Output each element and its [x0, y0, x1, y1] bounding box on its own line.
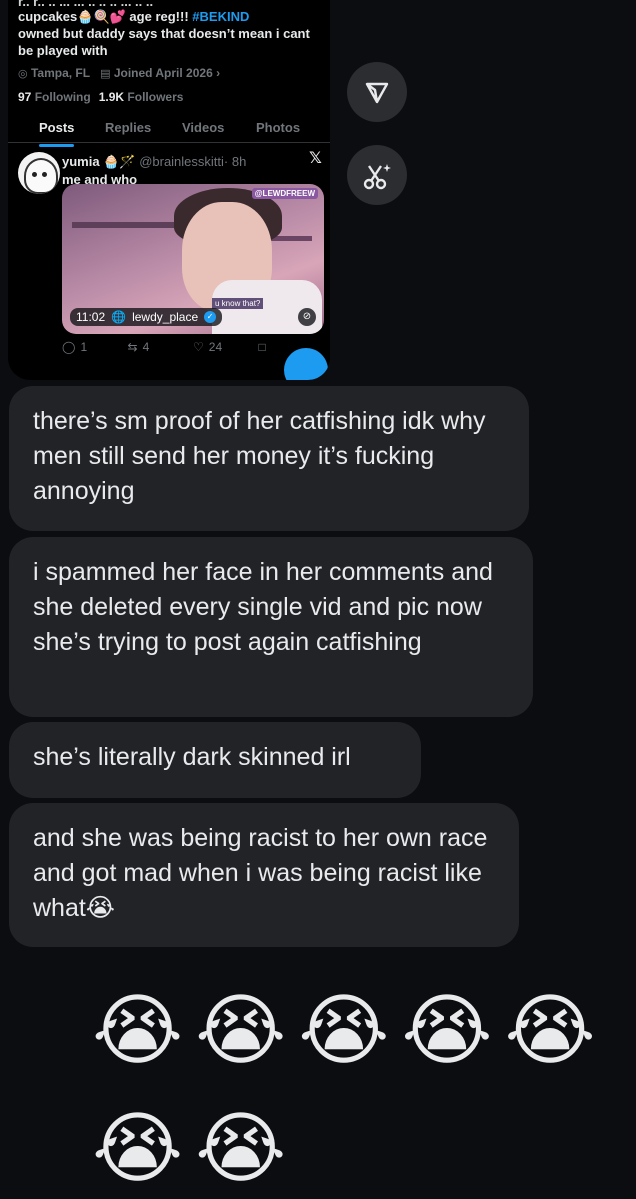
share-button[interactable] — [347, 62, 407, 122]
tab-photos[interactable]: Photos — [256, 120, 300, 135]
followers-stat[interactable]: 1.9K Followers — [99, 90, 184, 104]
profile-meta: ◎ Tampa, FL ▤ Joined April 2026 › — [18, 66, 220, 80]
message-text: and she was being racist to her own race… — [33, 824, 488, 922]
bio-line-1: cupcakes🧁🍭💕 age reg!!! #BEKIND — [18, 8, 323, 25]
globe-icon: 🌐 — [111, 310, 127, 324]
mute-icon[interactable]: ⊘ — [298, 308, 316, 326]
cut-button[interactable] — [347, 145, 407, 205]
shared-post-screenshot[interactable]: r.. r.. .. ... ... .. .. .. ... .. .. cu… — [8, 0, 330, 380]
joined-date: ▤ Joined April 2026 › — [100, 66, 220, 80]
post-author-name: yumia 🧁🪄 — [62, 154, 136, 169]
profile-bio: r.. r.. .. ... ... .. .. .. ... .. .. cu… — [18, 0, 323, 59]
bio-hashtag[interactable]: #BEKIND — [192, 9, 249, 24]
following-count: 97 — [18, 90, 32, 104]
following-label: Following — [34, 90, 91, 104]
following-stat[interactable]: 97 Following — [18, 90, 91, 104]
bio-line-2: owned but daddy says that doesn’t mean i… — [18, 26, 310, 41]
repost-count: 4 — [142, 340, 150, 354]
calendar-icon: ▤ — [100, 68, 111, 80]
avatar-eye — [42, 172, 47, 177]
joined-text: Joined April 2026 — [113, 66, 213, 80]
avatar-hair — [24, 158, 58, 194]
post[interactable]: yumia 🧁🪄 @brainlesskitti· 8h 𝕏 me and wh… — [8, 144, 330, 374]
emoji-message[interactable]: 😭😭😭😭😭 — [92, 982, 608, 1078]
send-icon — [365, 82, 389, 104]
message-bubble[interactable]: and she was being racist to her own race… — [9, 803, 519, 947]
message-text: there’s sm proof of her catfishing idk w… — [33, 407, 486, 505]
like-button[interactable]: ♡ 24 — [193, 340, 259, 354]
reply-icon: ◯ — [62, 340, 76, 354]
followers-label: Followers — [127, 90, 184, 104]
followers-count: 1.9K — [98, 90, 125, 104]
bio-line-3: be played with — [18, 43, 108, 58]
emoji-message[interactable]: 😭😭 — [92, 1100, 298, 1196]
scissors-sparkle-icon — [363, 164, 391, 190]
avatar-eye — [32, 172, 37, 177]
post-actions: ◯ 1 ⇆ 4 ♡ 24 □ — [62, 340, 324, 354]
bio-line-1-text: cupcakes🧁🍭💕 age reg!!! — [18, 9, 193, 24]
location-text: Tampa, FL — [30, 66, 91, 80]
tab-replies[interactable]: Replies — [105, 120, 151, 135]
video-account: lewdy_place — [132, 310, 199, 324]
video-watermark: @LEWDFREEW — [251, 188, 318, 199]
location: ◎ Tampa, FL — [18, 66, 90, 80]
tab-videos[interactable]: Videos — [182, 120, 224, 135]
message-text: i spammed her face in her comments and s… — [33, 558, 493, 656]
location-pin-icon: ◎ — [18, 68, 28, 80]
repost-button[interactable]: ⇆ 4 — [128, 340, 194, 354]
avatar[interactable] — [18, 152, 60, 194]
message-bubble[interactable]: there’s sm proof of her catfishing idk w… — [9, 386, 529, 531]
like-count: 24 — [208, 340, 223, 354]
follow-stats: 97 Following 1.9K Followers — [18, 90, 183, 104]
message-text: she’s literally dark skinned irl — [33, 743, 351, 771]
message-bubble[interactable]: i spammed her face in her comments and s… — [9, 537, 533, 717]
verified-badge-icon: ✓ — [204, 311, 217, 323]
video-subtitle: u know that? — [212, 298, 264, 309]
message-bubble[interactable]: she’s literally dark skinned irl — [9, 722, 421, 798]
x-logo-icon: 𝕏 — [309, 150, 322, 167]
repost-icon: ⇆ — [127, 340, 138, 354]
reply-count: 1 — [80, 340, 88, 354]
post-time: · 8h — [223, 154, 247, 169]
chevron-right-icon: › — [216, 66, 221, 80]
reply-button[interactable]: ◯ 1 — [62, 340, 128, 354]
profile-tabs: Posts Replies Videos Photos — [8, 106, 330, 147]
bio-cut-line: r.. r.. .. ... ... .. .. .. ... .. .. — [18, 0, 154, 8]
post-video[interactable]: @LEWDFREEW u know that? 11:02 🌐 lewdy_pl… — [62, 184, 324, 334]
video-time: 11:02 — [76, 310, 106, 324]
heart-icon: ♡ — [193, 340, 204, 354]
bookmark-icon: □ — [258, 340, 266, 354]
tab-posts[interactable]: Posts — [39, 120, 75, 147]
post-handle: @brainlesskitti — [139, 154, 224, 169]
post-author[interactable]: yumia 🧁🪄 @brainlesskitti· 8h — [62, 154, 246, 170]
video-info-pill: 11:02 🌐 lewdy_place ✓ — [70, 308, 223, 326]
